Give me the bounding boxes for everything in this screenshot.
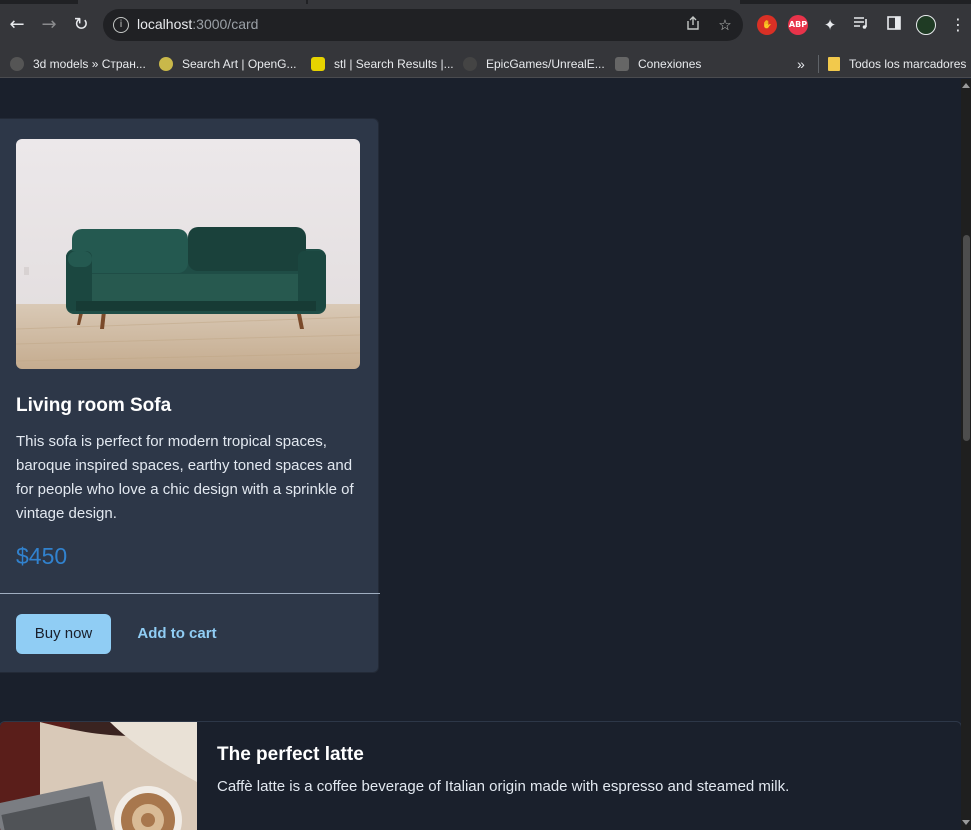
buy-now-button[interactable]: Buy now [16, 614, 111, 654]
card-description: This sofa is perfect for modern tropical… [16, 433, 354, 522]
bookmarks-divider [818, 55, 819, 73]
all-bookmarks-item[interactable]: Todos los marcadores [828, 55, 966, 73]
adblock-plus-icon[interactable]: ABP [788, 15, 808, 35]
sketchfab-icon [10, 57, 24, 71]
forward-arrow-icon[interactable]: → [38, 14, 60, 36]
price-text: $450 [16, 543, 68, 569]
card-title: Living room Sofa [16, 395, 172, 416]
scrollbar-thumb[interactable] [963, 235, 970, 441]
back-arrow-icon[interactable]: ← [6, 14, 28, 36]
side-panel-icon[interactable] [884, 15, 904, 35]
address-bar[interactable]: i localhost:3000/card ☆ [103, 9, 743, 41]
share-icon[interactable] [683, 15, 703, 35]
bookmark-label: Conexiones [638, 57, 702, 71]
bookmark-item[interactable]: Conexiones [615, 55, 701, 73]
bookmark-label: 3d models » Стран... [33, 57, 146, 71]
all-bookmarks-label: Todos los marcadores [849, 57, 967, 71]
latte-title: The perfect latte [217, 744, 364, 765]
stop-hand-icon[interactable]: ✋ [757, 15, 777, 35]
folder-icon [828, 57, 840, 71]
url-host: localhost [137, 16, 193, 32]
latte-image [0, 722, 197, 830]
more-bookmarks-icon[interactable]: » [797, 55, 805, 73]
opengameart-icon [159, 57, 173, 71]
bookmark-label: Search Art | OpenG... [182, 57, 297, 71]
browser-tab[interactable] [78, 0, 306, 4]
site-info-icon[interactable]: i [113, 17, 129, 33]
product-card: Living room Sofa This sofa is perfect fo… [0, 118, 380, 673]
latte-card: The perfect latte Caffè latte is a coffe… [0, 721, 961, 830]
tab-strip [0, 0, 971, 4]
card-divider [0, 593, 380, 594]
page-scrollbar[interactable] [961, 79, 971, 830]
bookmark-label: EpicGames/UnrealE... [486, 57, 605, 71]
bookmark-item[interactable]: stl | Search Results |... [311, 55, 454, 73]
reading-list-icon[interactable] [851, 15, 871, 35]
browser-tab[interactable] [308, 0, 740, 4]
reload-icon[interactable]: ↻ [70, 14, 92, 36]
add-to-cart-button[interactable]: Add to cart [127, 614, 227, 654]
url-text[interactable]: localhost:3000/card [137, 16, 258, 32]
url-path: :3000/card [192, 16, 259, 32]
bookmark-item[interactable]: 3d models » Стран... [10, 55, 146, 73]
bookmark-item[interactable]: Search Art | OpenG... [159, 55, 297, 73]
scroll-up-icon[interactable] [962, 83, 970, 88]
profile-avatar-icon[interactable] [916, 15, 936, 35]
bookmark-label: stl | Search Results |... [334, 57, 454, 71]
browser-toolbar: ← → ↻ i localhost:3000/card ☆ ✋ ABP ✦ ⋮ [0, 0, 971, 50]
bookmark-item[interactable]: EpicGames/UnrealE... [463, 55, 605, 73]
github-icon [463, 57, 477, 71]
more-menu-icon[interactable]: ⋮ [947, 14, 969, 36]
bookmarks-bar: 3d models » Стран... Search Art | OpenG.… [0, 50, 971, 78]
extensions-puzzle-icon[interactable]: ✦ [820, 15, 840, 35]
latte-description: Caffè latte is a coffee beverage of Ital… [217, 778, 790, 795]
sofa-image [16, 139, 360, 369]
page-content: Living room Sofa This sofa is perfect fo… [0, 79, 961, 830]
bookmark-star-icon[interactable]: ☆ [715, 15, 735, 35]
conexiones-icon [615, 57, 629, 71]
thingiverse-icon [311, 57, 325, 71]
scroll-down-icon[interactable] [962, 820, 970, 825]
